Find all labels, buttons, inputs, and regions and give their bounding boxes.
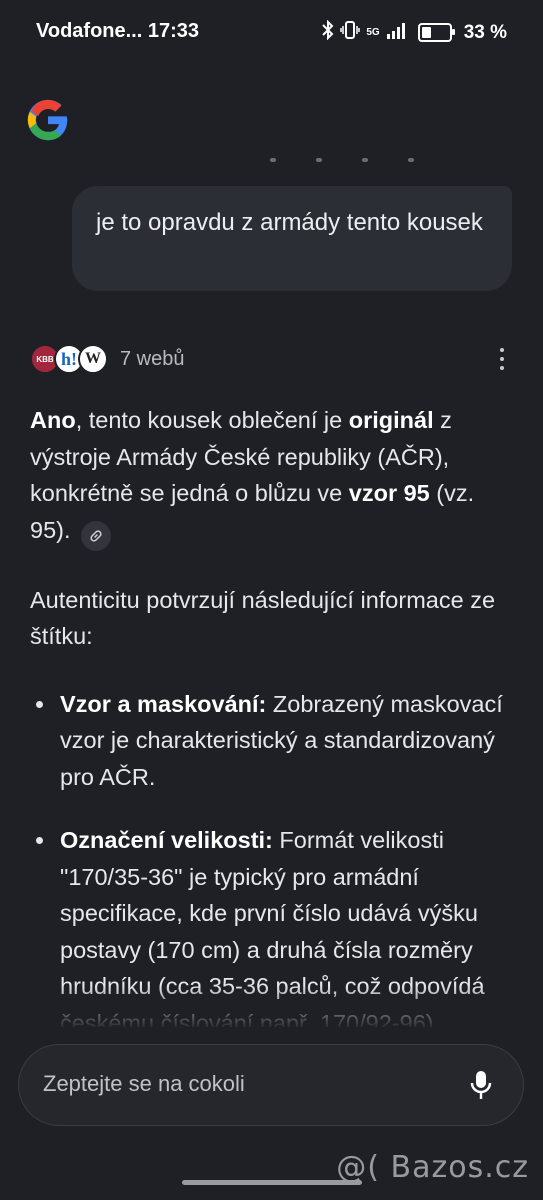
battery-percent: 33 % — [463, 21, 507, 43]
signal-icon — [386, 21, 408, 44]
bullet-title: Označení velikosti: — [60, 827, 273, 853]
sources-chip[interactable]: KBB h! W 7 webů — [30, 344, 185, 374]
answer-paragraph: Ano, tento kousek oblečení je originál z… — [30, 402, 520, 551]
more-options-icon[interactable] — [499, 348, 505, 370]
clock: 17:33 — [147, 20, 200, 42]
scroll-fade — [0, 985, 543, 1030]
microphone-icon[interactable] — [469, 1069, 493, 1101]
bluetooth-icon — [322, 19, 334, 45]
bold-text: vzor 95 — [348, 480, 430, 506]
battery-icon — [417, 23, 455, 42]
status-bar: Vodafone... 17:33 5G 33 % — [0, 0, 543, 62]
user-message-text: je to opravdu z armády tento kousek — [96, 209, 483, 236]
status-icons: 5G 33 % — [322, 19, 507, 45]
network-type: 5G — [366, 26, 380, 38]
answer-paragraph: Autenticitu potvrzují následující inform… — [30, 586, 496, 650]
bold-text: Ano — [30, 407, 76, 433]
watermark: @( Bazos.cz — [336, 1150, 529, 1185]
home-indicator[interactable] — [182, 1180, 362, 1185]
sources-count: 7 webů — [120, 347, 185, 370]
ask-input[interactable]: Zeptejte se na cokoli — [18, 1044, 524, 1126]
bold-text: originál — [348, 407, 434, 433]
answer-bullet-list: Vzor a maskování: Zobrazený maskovací vz… — [30, 686, 520, 1027]
google-logo-icon — [27, 99, 68, 141]
bullet-title: Vzor a maskování: — [60, 690, 267, 717]
ai-answer: Ano, tento kousek oblečení je originál z… — [30, 402, 520, 1027]
input-placeholder: Zeptejte se na cokoli — [43, 1071, 245, 1096]
carrier-name: Vodafone... — [36, 20, 143, 42]
answer-bullet-item: Vzor a maskování: Zobrazený maskovací vz… — [30, 686, 520, 796]
scrolled-text-remnant — [270, 158, 490, 164]
user-message-bubble: je to opravdu z armády tento kousek — [72, 186, 512, 291]
answer-text: , tento kousek oblečení je — [75, 407, 349, 433]
link-icon[interactable] — [81, 520, 112, 551]
wikipedia-icon: W — [78, 344, 108, 374]
vibrate-icon — [340, 21, 361, 44]
